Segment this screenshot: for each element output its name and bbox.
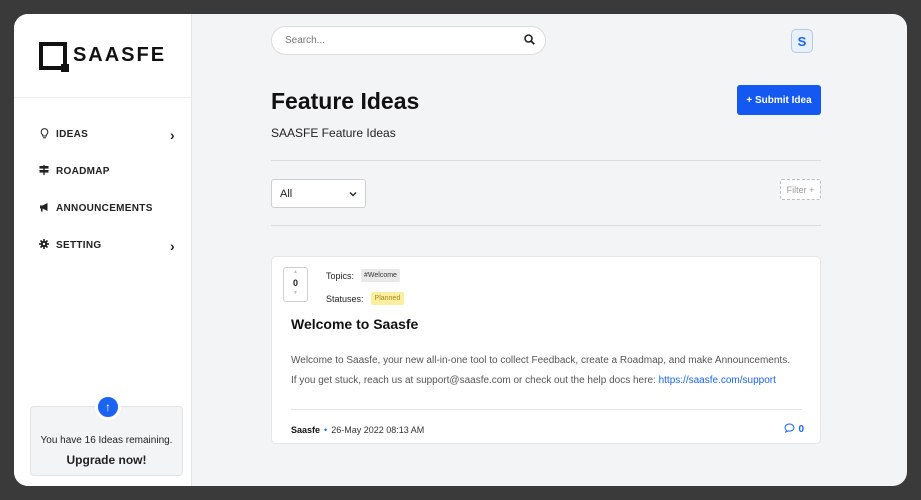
status-badge: Planned xyxy=(370,292,405,305)
sidebar-nav: IDEAS › ROADMAP ANNOUNCEMENTS SETTING › xyxy=(14,98,191,264)
status-select-value: All xyxy=(280,187,293,200)
upvote-arrow-icon: ▲ xyxy=(293,269,298,275)
topic-tag[interactable]: #Welcome xyxy=(361,269,400,282)
sidebar: SAASFE IDEAS › ROADMAP ANNOUNCEMENTS SET… xyxy=(14,14,192,486)
chevron-right-icon: › xyxy=(170,126,175,143)
page-title: Feature Ideas xyxy=(271,88,420,114)
upgrade-card: ↑ You have 16 Ideas remaining. Upgrade n… xyxy=(30,394,183,476)
vote-button[interactable]: ▲ 0 ▼ xyxy=(283,267,308,302)
comment-bubble-icon xyxy=(784,423,795,436)
status-select[interactable]: All xyxy=(271,179,366,208)
page-subtitle: SAASFE Feature Ideas xyxy=(271,126,396,140)
sidebar-item-roadmap[interactable]: ROADMAP xyxy=(14,153,191,190)
idea-title[interactable]: Welcome to Saasfe xyxy=(291,316,418,332)
filter-button[interactable]: Filter + xyxy=(780,179,821,200)
sidebar-item-announcements[interactable]: ANNOUNCEMENTS xyxy=(14,190,191,227)
chevron-right-icon: › xyxy=(170,237,175,254)
sidebar-item-setting[interactable]: SETTING › xyxy=(14,227,191,264)
sidebar-item-label: ROADMAP xyxy=(56,166,110,177)
search-input[interactable] xyxy=(285,35,524,46)
card-divider xyxy=(291,409,802,410)
arrow-up-circle-icon: ↑ xyxy=(95,394,121,420)
sidebar-item-label: IDEAS xyxy=(56,129,89,140)
sidebar-item-label: SETTING xyxy=(56,240,102,251)
vote-count: 0 xyxy=(292,278,298,288)
topics-row: Topics: #Welcome xyxy=(326,269,400,282)
ideas-remaining-text: You have 16 Ideas remaining. xyxy=(40,435,173,446)
statuses-label: Statuses: xyxy=(326,293,364,304)
submit-idea-button[interactable]: + Submit Idea xyxy=(737,85,821,115)
separator-dot-icon: • xyxy=(324,425,328,435)
chevron-down-icon xyxy=(349,188,357,200)
search-bar xyxy=(271,26,546,55)
sidebar-item-label: ANNOUNCEMENTS xyxy=(56,203,153,214)
idea-date: 26-May 2022 08:13 AM xyxy=(331,425,425,435)
gear-icon xyxy=(38,239,50,252)
app-window: SAASFE IDEAS › ROADMAP ANNOUNCEMENTS SET… xyxy=(14,14,907,486)
upgrade-button[interactable]: Upgrade now! xyxy=(31,453,182,467)
topics-label: Topics: xyxy=(326,270,355,281)
idea-description-line: Welcome to Saasfe, your new all-in-one t… xyxy=(291,355,790,366)
idea-author: Saasfe xyxy=(291,425,321,435)
lightbulb-icon xyxy=(38,127,50,142)
idea-description: Welcome to Saasfe, your new all-in-one t… xyxy=(291,351,811,391)
comments-button[interactable]: 0 xyxy=(784,423,804,436)
divider xyxy=(271,160,821,161)
support-link[interactable]: https://saasfe.com/support xyxy=(659,375,776,386)
megaphone-icon xyxy=(38,202,50,215)
statuses-row: Statuses: Planned xyxy=(326,292,405,305)
comment-count: 0 xyxy=(798,424,804,435)
sidebar-item-ideas[interactable]: IDEAS › xyxy=(14,116,191,153)
idea-description-line: If you get stuck, reach us at support@sa… xyxy=(291,371,811,391)
signpost-icon xyxy=(38,165,50,178)
divider xyxy=(271,225,821,226)
search-icon[interactable] xyxy=(524,33,535,48)
downvote-arrow-icon: ▼ xyxy=(293,290,298,296)
main-content: S Feature Ideas SAASFE Feature Ideas + S… xyxy=(192,14,907,486)
brand-name: SAASFE xyxy=(72,44,167,66)
avatar[interactable]: S xyxy=(791,29,813,53)
idea-card[interactable]: ▲ 0 ▼ Topics: #Welcome Statuses: Planned… xyxy=(271,256,821,444)
idea-description-text: If you get stuck, reach us at support@sa… xyxy=(291,375,659,386)
logo-mark-icon xyxy=(38,41,69,72)
idea-footer: Saasfe • 26-May 2022 08:13 AM xyxy=(291,425,424,435)
brand-logo[interactable]: SAASFE xyxy=(14,14,191,98)
